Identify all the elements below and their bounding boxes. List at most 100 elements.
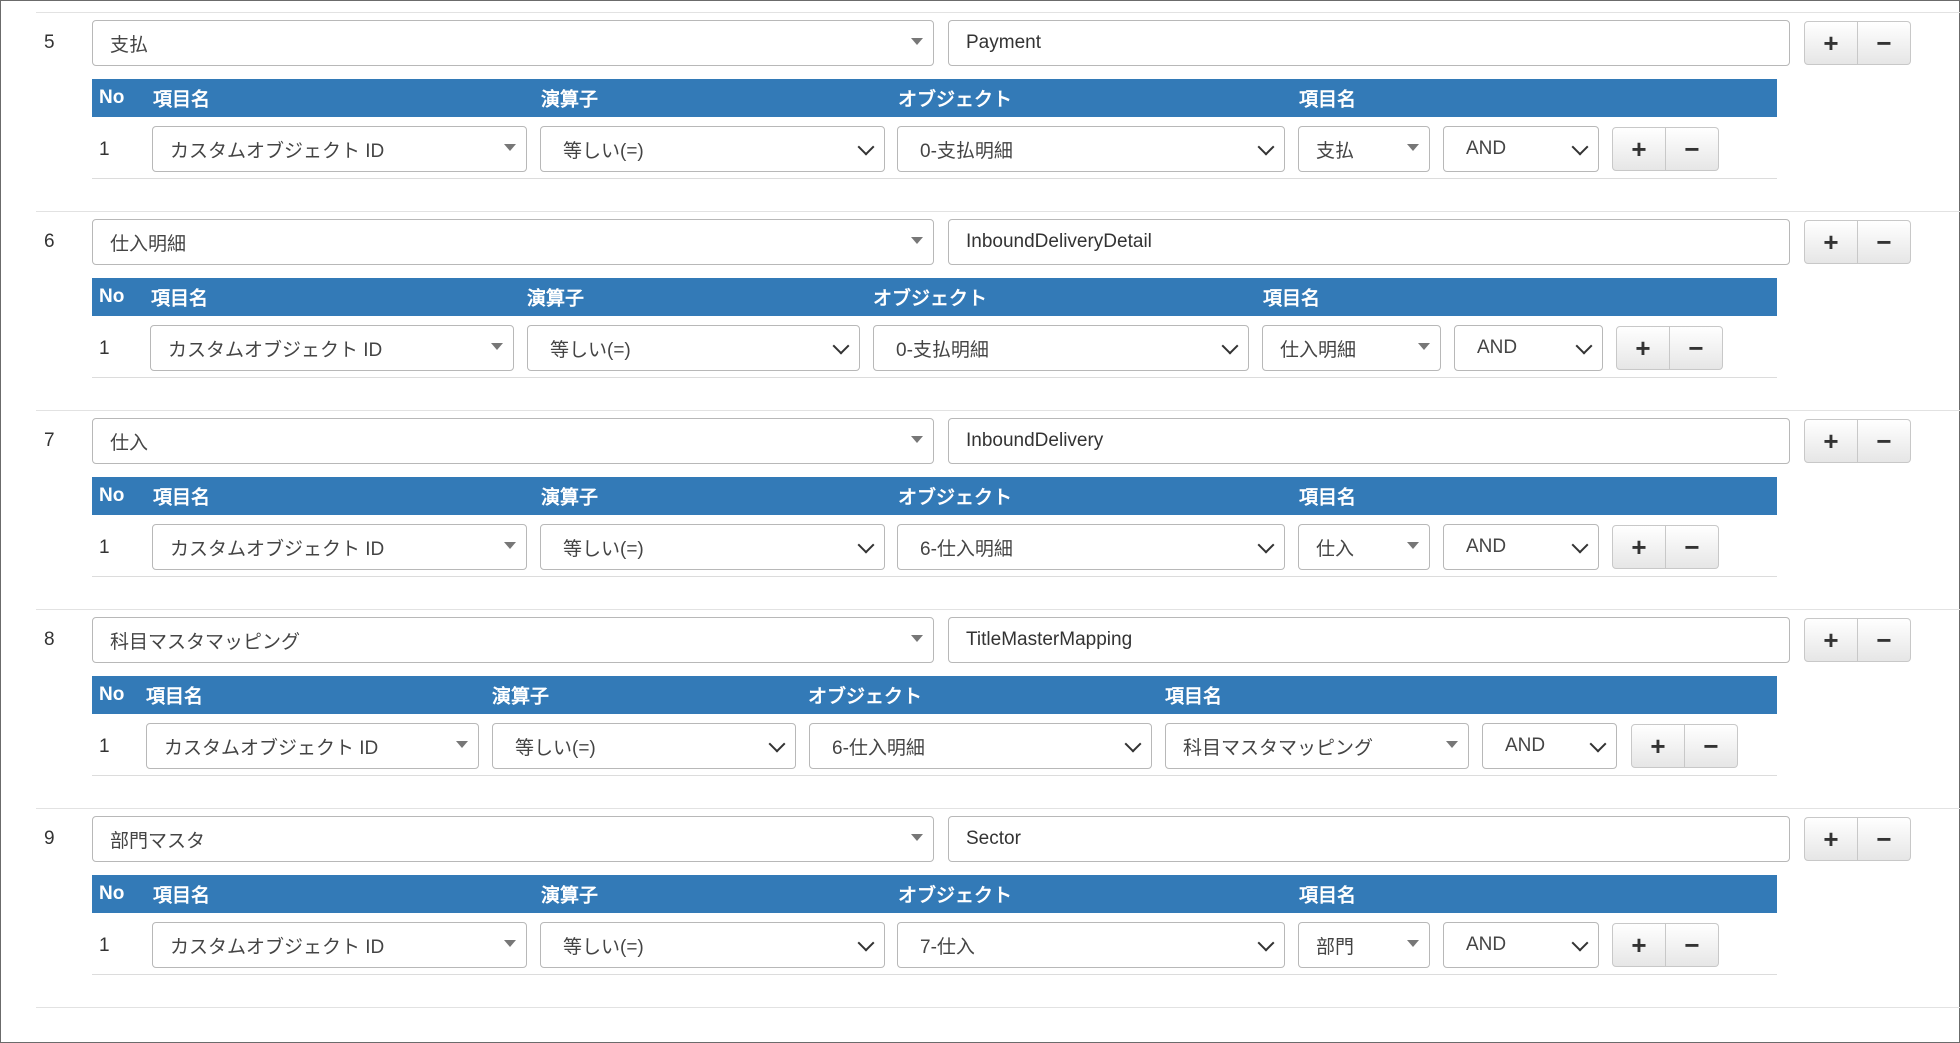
api-name-input[interactable]: Payment xyxy=(948,20,1790,66)
caret-down-icon xyxy=(504,144,516,151)
target-field-select[interactable]: 科目マスタマッピング xyxy=(1165,723,1469,769)
add-row-button[interactable]: + xyxy=(1804,419,1858,463)
mapping-row-9: 9 部門マスタ Sector + − No 項目名 演算子 オブジェクト 項目名… xyxy=(0,796,1960,1011)
logic-select[interactable]: AND xyxy=(1482,723,1617,769)
source-object-select[interactable]: 0-支払明細 xyxy=(897,126,1285,172)
api-name-value: TitleMasterMapping xyxy=(966,629,1133,650)
object-select[interactable]: 仕入 xyxy=(92,418,934,464)
api-name-value: InboundDelivery xyxy=(966,430,1104,451)
header-field: 項目名 xyxy=(153,487,211,509)
source-object-value: 6-仕入明細 xyxy=(832,737,925,759)
api-name-input[interactable]: InboundDeliveryDetail xyxy=(948,219,1790,265)
header-field: 項目名 xyxy=(153,89,211,111)
object-select-value: 部門マスタ xyxy=(110,830,206,852)
object-select[interactable]: 科目マスタマッピング xyxy=(92,617,934,663)
api-name-input[interactable]: Sector xyxy=(948,816,1790,862)
operator-select[interactable]: 等しい(=) xyxy=(540,126,885,172)
object-select-value: 科目マスタマッピング xyxy=(110,631,301,653)
object-select-value: 仕入明細 xyxy=(110,233,187,255)
minus-icon: − xyxy=(1684,134,1700,164)
object-select[interactable]: 仕入明細 xyxy=(92,219,934,265)
remove-condition-button[interactable]: − xyxy=(1685,724,1738,768)
add-condition-button[interactable]: + xyxy=(1612,923,1666,967)
remove-row-button[interactable]: − xyxy=(1858,21,1911,65)
logic-select[interactable]: AND xyxy=(1454,325,1603,371)
condition-field-select[interactable]: カスタムオブジェクト ID xyxy=(150,325,514,371)
logic-select[interactable]: AND xyxy=(1443,524,1599,570)
add-condition-button[interactable]: + xyxy=(1612,127,1666,171)
api-name-value: Sector xyxy=(966,828,1021,849)
minus-icon: − xyxy=(1684,532,1700,562)
condition-field-select[interactable]: カスタムオブジェクト ID xyxy=(152,922,527,968)
remove-condition-button[interactable]: − xyxy=(1666,525,1719,569)
api-name-input[interactable]: TitleMasterMapping xyxy=(948,617,1790,663)
object-select-value: 支払 xyxy=(110,34,149,56)
logic-value: AND xyxy=(1466,138,1507,159)
object-select[interactable]: 支払 xyxy=(92,20,934,66)
target-field-select[interactable]: 支払 xyxy=(1298,126,1430,172)
condition-divider xyxy=(92,178,1777,179)
chevron-down-icon xyxy=(857,138,875,156)
header-object: オブジェクト xyxy=(898,885,1013,907)
add-row-button[interactable]: + xyxy=(1804,618,1858,662)
remove-condition-button[interactable]: − xyxy=(1666,923,1719,967)
api-name-input[interactable]: InboundDelivery xyxy=(948,418,1790,464)
condition-field-select[interactable]: カスタムオブジェクト ID xyxy=(146,723,479,769)
remove-row-button[interactable]: − xyxy=(1858,220,1911,264)
remove-row-button[interactable]: − xyxy=(1858,419,1911,463)
source-object-select[interactable]: 6-仕入明細 xyxy=(897,524,1285,570)
target-field-value: 仕入 xyxy=(1316,538,1355,560)
chevron-down-icon xyxy=(1575,337,1593,355)
add-condition-button[interactable]: + xyxy=(1631,724,1685,768)
header-no: No xyxy=(99,485,125,506)
add-row-button[interactable]: + xyxy=(1804,817,1858,861)
target-field-select[interactable]: 仕入 xyxy=(1298,524,1430,570)
chevron-down-icon xyxy=(857,536,875,554)
condition-divider xyxy=(92,974,1777,975)
row-number: 7 xyxy=(44,430,55,451)
add-condition-button[interactable]: + xyxy=(1616,326,1670,370)
plus-icon: + xyxy=(1631,930,1647,960)
source-object-select[interactable]: 7-仕入 xyxy=(897,922,1285,968)
condition-field-select[interactable]: カスタムオブジェクト ID xyxy=(152,524,527,570)
operator-select[interactable]: 等しい(=) xyxy=(540,524,885,570)
target-field-select[interactable]: 仕入明細 xyxy=(1262,325,1441,371)
caret-down-icon xyxy=(491,343,503,350)
row-number: 8 xyxy=(44,629,55,650)
logic-value: AND xyxy=(1505,735,1546,756)
source-object-value: 7-仕入 xyxy=(920,936,975,958)
logic-select[interactable]: AND xyxy=(1443,126,1599,172)
source-object-select[interactable]: 6-仕入明細 xyxy=(809,723,1152,769)
remove-row-button[interactable]: − xyxy=(1858,817,1911,861)
chevron-down-icon xyxy=(1571,536,1589,554)
operator-select[interactable]: 等しい(=) xyxy=(492,723,796,769)
target-field-select[interactable]: 部門 xyxy=(1298,922,1430,968)
caret-down-icon xyxy=(911,436,923,443)
object-select[interactable]: 部門マスタ xyxy=(92,816,934,862)
plus-icon: + xyxy=(1631,532,1647,562)
condition-divider xyxy=(92,377,1777,378)
remove-condition-button[interactable]: − xyxy=(1666,127,1719,171)
caret-down-icon xyxy=(911,237,923,244)
operator-select[interactable]: 等しい(=) xyxy=(527,325,860,371)
add-row-button[interactable]: + xyxy=(1804,220,1858,264)
header-operator: 演算子 xyxy=(527,288,585,310)
api-name-value: InboundDeliveryDetail xyxy=(966,231,1152,252)
remove-row-button[interactable]: − xyxy=(1858,618,1911,662)
remove-condition-button[interactable]: − xyxy=(1670,326,1723,370)
caret-down-icon xyxy=(1407,940,1419,947)
header-target-field: 項目名 xyxy=(1299,89,1357,111)
plus-icon: + xyxy=(1823,227,1839,257)
minus-icon: − xyxy=(1876,28,1892,58)
add-condition-button[interactable]: + xyxy=(1612,525,1666,569)
logic-select[interactable]: AND xyxy=(1443,922,1599,968)
api-name-value: Payment xyxy=(966,32,1041,53)
header-target-field: 項目名 xyxy=(1165,686,1223,708)
condition-field-select[interactable]: カスタムオブジェクト ID xyxy=(152,126,527,172)
add-row-button[interactable]: + xyxy=(1804,21,1858,65)
operator-select[interactable]: 等しい(=) xyxy=(540,922,885,968)
source-object-select[interactable]: 0-支払明細 xyxy=(873,325,1249,371)
logic-value: AND xyxy=(1477,337,1518,358)
minus-icon: − xyxy=(1876,625,1892,655)
header-operator: 演算子 xyxy=(492,686,550,708)
